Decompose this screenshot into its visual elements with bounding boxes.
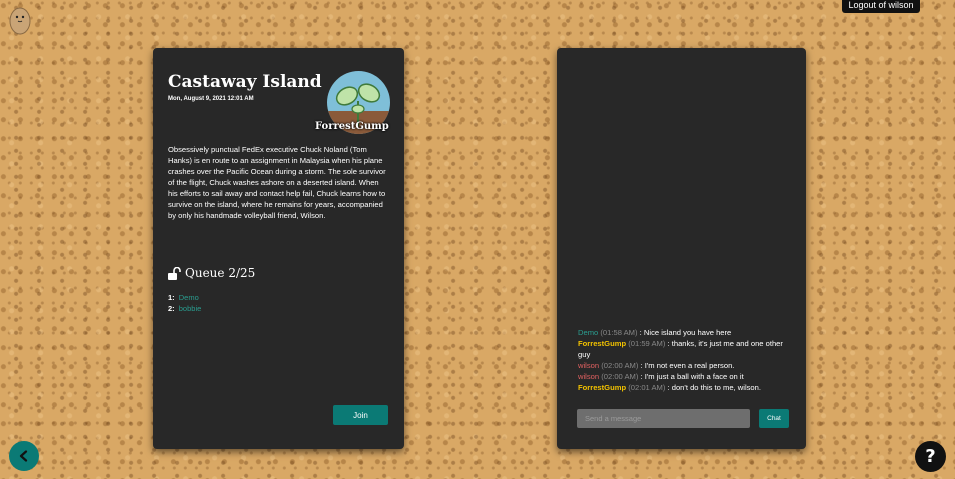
- chat-message: ForrestGump (01:59 AM) : thanks, it's ju…: [578, 338, 788, 360]
- join-button[interactable]: Join: [333, 405, 388, 425]
- help-icon: ?: [925, 446, 936, 467]
- chat-timestamp: (02:01 AM): [628, 383, 666, 392]
- chat-message-input[interactable]: [577, 409, 750, 428]
- chat-username[interactable]: Demo: [578, 328, 598, 337]
- chat-timestamp: (02:00 AM): [601, 372, 639, 381]
- chat-text: : I'm just a ball with a face on it: [640, 372, 744, 381]
- room-card: Castaway Island Mon, August 9, 2021 12:0…: [153, 48, 404, 449]
- chat-message: wilson (02:00 AM) : I'm just a ball with…: [578, 371, 788, 382]
- queue-user[interactable]: Demo: [179, 293, 199, 302]
- chat-message: Demo (01:58 AM) : Nice island you have h…: [578, 327, 788, 338]
- chat-text: : I'm not even a real person.: [640, 361, 735, 370]
- unlock-icon: [168, 266, 181, 280]
- chat-message: wilson (02:00 AM) : I'm not even a real …: [578, 360, 788, 371]
- chevron-left-icon: [19, 450, 28, 462]
- queue-item: 2: bobbie: [168, 303, 201, 314]
- chat-text: : Nice island you have here: [639, 328, 732, 337]
- chat-username[interactable]: ForrestGump: [578, 383, 626, 392]
- chat-timestamp: (02:00 AM): [601, 361, 639, 370]
- potato-logo-icon: [9, 7, 31, 35]
- chat-timestamp: (01:59 AM): [628, 339, 666, 348]
- room-description: Obsessively punctual FedEx executive Chu…: [168, 145, 386, 220]
- back-button[interactable]: [9, 441, 39, 471]
- queue-position: 1:: [168, 293, 175, 302]
- chat-text: : don't do this to me, wilson.: [667, 383, 761, 392]
- queue-position: 2:: [168, 304, 175, 313]
- queue-item: 1: Demo: [168, 292, 201, 303]
- logout-button[interactable]: Logout of wilson: [842, 0, 920, 13]
- chat-message: ForrestGump (02:01 AM) : don't do this t…: [578, 382, 788, 393]
- chat-log[interactable]: Demo (01:58 AM) : Nice island you have h…: [578, 327, 788, 393]
- queue-user[interactable]: bobbie: [179, 304, 202, 313]
- host-name[interactable]: ForrestGump: [315, 121, 389, 132]
- queue-header: Queue 2/25: [168, 266, 255, 280]
- chat-card: Demo (01:58 AM) : Nice island you have h…: [557, 48, 806, 449]
- chat-username[interactable]: wilson: [578, 361, 599, 370]
- app-logo[interactable]: [9, 5, 31, 35]
- room-date: Mon, August 9, 2021 12:01 AM: [168, 96, 254, 102]
- room-title: Castaway Island: [168, 72, 322, 92]
- help-button[interactable]: ?: [915, 441, 946, 472]
- queue-count: Queue 2/25: [185, 266, 256, 280]
- chat-username[interactable]: ForrestGump: [578, 339, 626, 348]
- chat-send-button[interactable]: Chat: [759, 409, 789, 428]
- chat-timestamp: (01:58 AM): [600, 328, 638, 337]
- queue-list: 1: Demo 2: bobbie: [168, 292, 201, 314]
- chat-username[interactable]: wilson: [578, 372, 599, 381]
